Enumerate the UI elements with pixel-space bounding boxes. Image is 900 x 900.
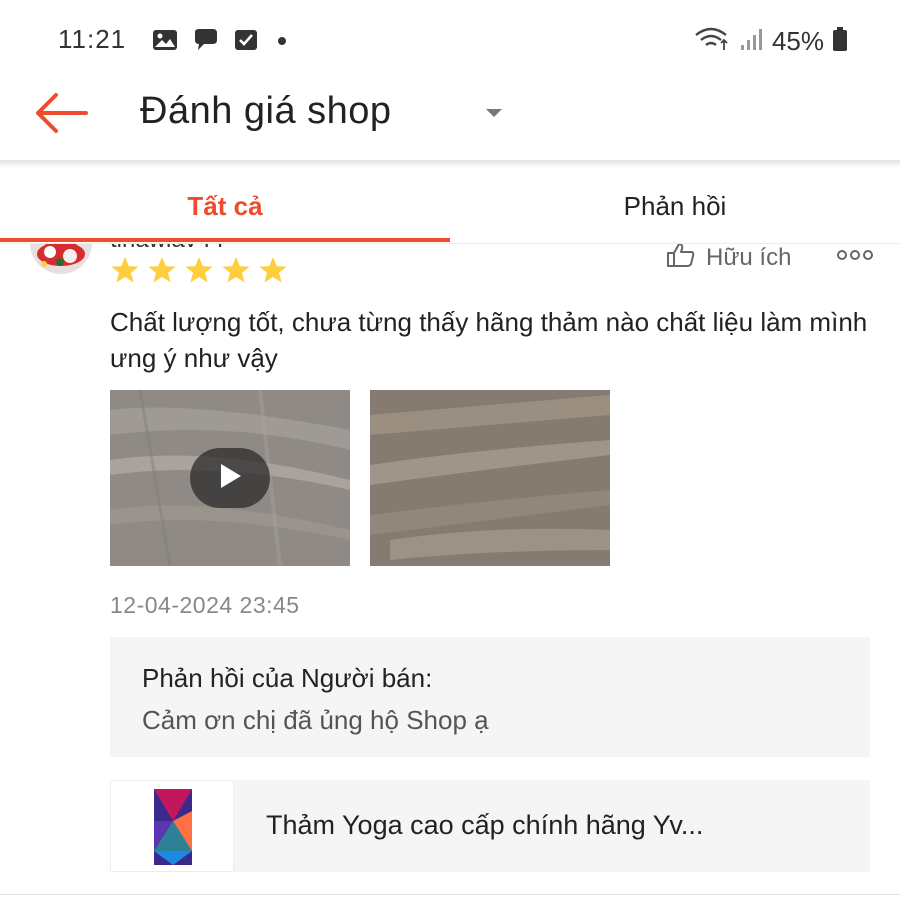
status-bar: 11:21 45% bbox=[0, 0, 900, 78]
checkbox-icon bbox=[234, 29, 258, 56]
dot-icon bbox=[272, 34, 292, 52]
helpful-button[interactable]: Hữu ích bbox=[666, 244, 791, 273]
tab-replies[interactable]: Phản hồi bbox=[450, 168, 900, 244]
page-title[interactable]: Đánh giá shop bbox=[140, 90, 392, 133]
star-icon bbox=[184, 256, 214, 289]
star-icon bbox=[110, 256, 140, 289]
app-header: Đánh giá shop bbox=[0, 78, 900, 164]
tab-all[interactable]: Tất cả bbox=[0, 168, 450, 244]
avatar[interactable] bbox=[30, 244, 92, 274]
review-tabs: Tất cả Phản hồi bbox=[0, 168, 900, 244]
chat-bubble-icon bbox=[192, 28, 220, 57]
seller-reply: Phản hồi của Người bán: Cảm ơn chị đã ủn… bbox=[110, 637, 870, 757]
play-icon bbox=[216, 462, 244, 495]
wifi-icon bbox=[694, 26, 732, 57]
notification-icons bbox=[152, 28, 292, 57]
helpful-label: Hữu ích bbox=[706, 244, 792, 271]
more-options-icon[interactable] bbox=[836, 248, 874, 267]
product-card[interactable]: Thảm Yoga cao cấp chính hãng Yv... bbox=[110, 780, 870, 872]
header-shadow bbox=[0, 160, 900, 168]
battery-percent: 45% bbox=[771, 26, 824, 56]
play-button[interactable] bbox=[190, 448, 270, 508]
reviewer-username[interactable]: tinawiav I I bbox=[110, 244, 223, 254]
thumbs-up-icon bbox=[666, 244, 696, 273]
review-photo-thumbnail[interactable] bbox=[370, 390, 610, 566]
product-thumbnail bbox=[110, 780, 234, 872]
star-icon bbox=[221, 256, 251, 289]
back-button[interactable] bbox=[30, 90, 92, 136]
review-list[interactable]: tinawiav I I Hữu ích Chất lượng tốt, chư… bbox=[0, 244, 900, 900]
rating-stars bbox=[110, 256, 288, 289]
arrow-left-icon bbox=[30, 93, 92, 140]
star-icon bbox=[147, 256, 177, 289]
status-time: 11:21 bbox=[58, 24, 127, 54]
signal-icon bbox=[740, 27, 764, 56]
review-divider bbox=[0, 894, 900, 895]
review-text: Chất lượng tốt, chưa từng thấy hãng thảm… bbox=[110, 307, 868, 373]
star-icon bbox=[258, 256, 288, 289]
caret-down-icon[interactable] bbox=[484, 106, 504, 124]
seller-reply-text: Cảm ơn chị đã ủng hộ Shop ạ bbox=[142, 705, 489, 735]
active-tab-indicator bbox=[0, 238, 450, 242]
review-date: 12-04-2024 23:45 bbox=[110, 592, 300, 618]
system-icons: 45% bbox=[694, 26, 848, 57]
image-icon bbox=[152, 29, 178, 56]
seller-reply-title: Phản hồi của Người bán: bbox=[142, 663, 433, 693]
battery-icon bbox=[832, 26, 848, 57]
product-name: Thảm Yoga cao cấp chính hãng Yv... bbox=[266, 810, 704, 840]
review-video-thumbnail[interactable] bbox=[110, 390, 350, 566]
